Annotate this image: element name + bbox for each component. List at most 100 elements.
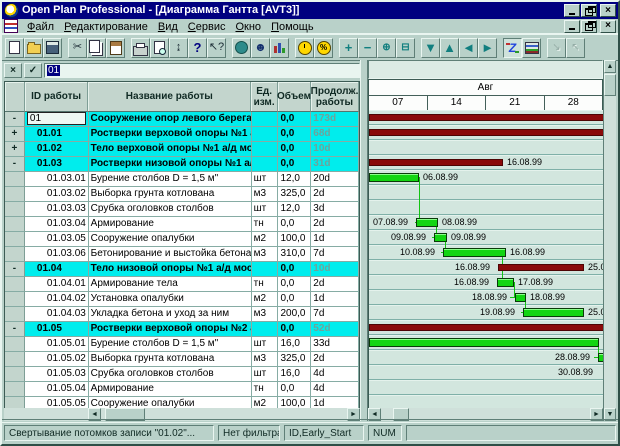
table-row[interactable]: -01.03Ростверки низовой опоры №1 а/д мос…: [5, 157, 359, 172]
cell-duration[interactable]: 68d: [311, 127, 359, 142]
table-row[interactable]: 01.04.02Установка опалубким20,01d: [5, 292, 359, 307]
cell-unit[interactable]: [252, 322, 279, 337]
table-row[interactable]: 01.05.05Сооружение опалубким2100,01d: [5, 397, 359, 408]
table-row[interactable]: 01.03.01Бурение столбов D = 1,5 м"шт12,0…: [5, 172, 359, 187]
open-file-button[interactable]: [24, 38, 43, 58]
gantt-vertical-scrollbar[interactable]: ▲ ▼: [603, 60, 616, 421]
menu-item-вид[interactable]: Вид: [153, 21, 183, 34]
cell-activity-id[interactable]: 01.04: [25, 262, 89, 277]
table-row[interactable]: 01.05.02Выборка грунта котлованам3325,02…: [5, 352, 359, 367]
cell-duration[interactable]: 2d: [311, 217, 359, 232]
inplace-id-editor[interactable]: 01: [27, 112, 86, 125]
cell-unit[interactable]: м3: [252, 352, 279, 367]
gantt-summary-bar[interactable]: [369, 114, 603, 121]
cell-activity-name[interactable]: Срубка оголовков столбов: [89, 202, 252, 217]
cell-edit-input[interactable]: 01: [44, 63, 360, 78]
cell-volume[interactable]: 100,0: [278, 232, 311, 247]
cell-volume[interactable]: 0,0: [278, 382, 311, 397]
context-help-button[interactable]: ↖?: [207, 38, 226, 58]
scroll-up-button[interactable]: ▲: [604, 60, 616, 73]
row-expand-marker[interactable]: +: [5, 142, 25, 157]
cell-unit[interactable]: м3: [252, 247, 279, 262]
gantt-row[interactable]: [369, 395, 603, 408]
menu-item-окно[interactable]: Окно: [230, 21, 266, 34]
cell-activity-name[interactable]: Тело верховой опоры №1 а/д моста: [89, 142, 252, 157]
column-header-2[interactable]: Название работы: [88, 82, 251, 112]
cell-activity-id[interactable]: 01.04.02: [25, 292, 89, 307]
cell-volume[interactable]: 0,0: [278, 112, 311, 127]
mdi-close-button[interactable]: ×: [600, 20, 616, 33]
time-now-button[interactable]: [295, 38, 314, 58]
cell-activity-id[interactable]: 01.03.03: [25, 202, 89, 217]
gantt-task-bar[interactable]: [416, 218, 438, 227]
cell-unit[interactable]: шт: [252, 367, 279, 382]
cell-volume[interactable]: 0,0: [278, 127, 311, 142]
collapse-outline-button[interactable]: ⊟: [396, 38, 415, 58]
gantt-task-bar[interactable]: [434, 233, 447, 242]
cell-duration[interactable]: 4d: [311, 367, 359, 382]
cell-duration[interactable]: 31d: [311, 157, 359, 172]
table-row[interactable]: +01.01Ростверки верховой опоры №1 а/д0,0…: [5, 127, 359, 142]
cell-volume[interactable]: 0,0: [278, 322, 311, 337]
cell-unit[interactable]: [252, 127, 279, 142]
cell-activity-id[interactable]: 01.05: [25, 322, 89, 337]
cell-volume[interactable]: 310,0: [278, 247, 311, 262]
delete-activity-button[interactable]: −: [358, 38, 377, 58]
cell-activity-name[interactable]: Бетонирование и выстойка бетона: [89, 247, 252, 262]
table-row[interactable]: 01.04.03Укладка бетона и уход за нимм320…: [5, 307, 359, 322]
cell-duration[interactable]: 2d: [311, 352, 359, 367]
gantt-task-bar[interactable]: [497, 278, 514, 287]
column-header-4[interactable]: Объем: [278, 82, 311, 112]
cell-duration[interactable]: 2d: [311, 277, 359, 292]
close-button[interactable]: ×: [600, 4, 616, 17]
gantt-summary-bar[interactable]: [369, 159, 503, 166]
cell-activity-name[interactable]: Установка опалубки: [89, 292, 252, 307]
table-row[interactable]: 01.03.04Армированиетн0,02d: [5, 217, 359, 232]
cell-activity-name[interactable]: Ростверки низовой опоры №1 а/д моста: [89, 157, 252, 172]
table-row[interactable]: +01.02Тело верховой опоры №1 а/д моста 0,…: [5, 142, 359, 157]
cell-unit[interactable]: м2: [252, 397, 279, 408]
percent-complete-button[interactable]: %: [314, 38, 333, 58]
gantt-row[interactable]: [369, 140, 603, 155]
cell-activity-id[interactable]: 01.03.05: [25, 232, 89, 247]
cell-unit[interactable]: м3: [252, 187, 279, 202]
gantt-view-button[interactable]: Z: [503, 38, 522, 58]
menu-item-файл[interactable]: Файл: [22, 21, 59, 34]
cell-volume[interactable]: 12,0: [278, 172, 311, 187]
cell-volume[interactable]: 0,0: [278, 142, 311, 157]
cell-activity-id[interactable]: 01.05.01: [25, 337, 89, 352]
cell-duration[interactable]: 10d: [311, 142, 359, 157]
cell-unit[interactable]: [252, 157, 279, 172]
cell-duration[interactable]: 20d: [311, 172, 359, 187]
cell-unit[interactable]: тн: [252, 277, 279, 292]
cell-activity-id[interactable]: 01.02: [25, 142, 89, 157]
cell-activity-name[interactable]: Сооружение опалубки: [89, 397, 252, 408]
mdi-minimize-button[interactable]: [564, 20, 580, 33]
accept-edit-button[interactable]: ✓: [24, 63, 42, 78]
table-row[interactable]: -01Сооружение опор левого берега0,0173d: [5, 112, 359, 127]
cell-activity-id[interactable]: 01.03: [25, 157, 89, 172]
column-header-5[interactable]: Продолж. работы: [311, 82, 359, 112]
move-left-button[interactable]: ◄: [459, 38, 478, 58]
cell-activity-id[interactable]: 01.01: [25, 127, 89, 142]
cell-duration[interactable]: 33d: [311, 337, 359, 352]
cell-activity-name[interactable]: Срубка оголовков столбов: [89, 367, 252, 382]
table-row[interactable]: -01.04Тело низовой опоры №1 а/д моста0,0…: [5, 262, 359, 277]
gantt-summary-bar[interactable]: [369, 324, 603, 331]
cell-duration[interactable]: 3d: [311, 202, 359, 217]
mdi-restore-button[interactable]: [581, 20, 597, 33]
cell-duration[interactable]: 7d: [311, 247, 359, 262]
restore-button[interactable]: [581, 4, 597, 17]
cell-activity-name[interactable]: Сооружение опор левого берега: [89, 112, 252, 127]
project-circle-button[interactable]: [232, 38, 251, 58]
gantt-task-bar[interactable]: [369, 338, 599, 347]
cell-activity-name[interactable]: Выборка грунта котлована: [89, 352, 252, 367]
cell-volume[interactable]: 16,0: [278, 367, 311, 382]
cell-unit[interactable]: м2: [252, 232, 279, 247]
cell-activity-name[interactable]: Армирование тела: [89, 277, 252, 292]
table-row[interactable]: 01.03.05Сооружение опалубким2100,01d: [5, 232, 359, 247]
menu-item-помощь[interactable]: Помощь: [266, 21, 319, 34]
cell-unit[interactable]: шт: [252, 337, 279, 352]
cell-unit[interactable]: шт: [252, 172, 279, 187]
cell-volume[interactable]: 0,0: [278, 157, 311, 172]
